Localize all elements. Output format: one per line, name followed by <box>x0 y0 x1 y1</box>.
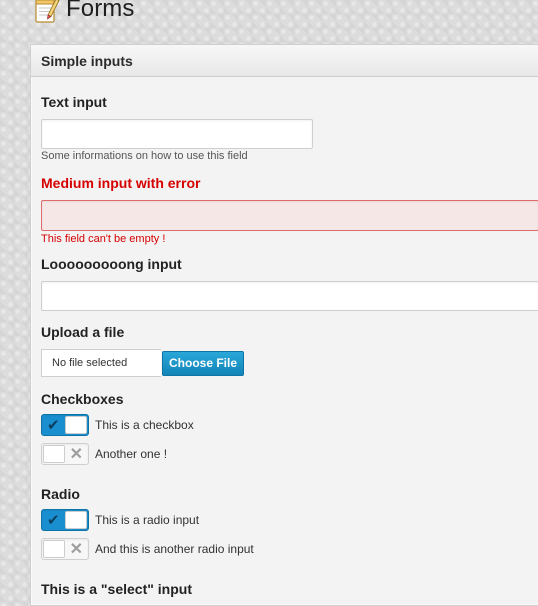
text-input-field: Text input Some informations on how to u… <box>41 94 538 163</box>
checkboxes-field: Checkboxes ✔ This is a checkbox ✕ Anothe… <box>41 391 538 466</box>
checkbox-label-1: This is a checkbox <box>95 418 194 432</box>
file-status: No file selected <box>41 349 161 377</box>
upload-field: Upload a file No file selected Choose Fi… <box>41 324 538 377</box>
panel-title: Simple inputs <box>41 52 133 69</box>
checkbox-row: ✕ Another one ! <box>41 442 538 466</box>
toggle-knob <box>43 540 65 558</box>
cross-icon: ✕ <box>69 446 83 463</box>
select-label: This is a "select" input <box>41 581 192 597</box>
medium-error-message: This field can't be empty ! <box>41 233 166 245</box>
medium-error-input[interactable] <box>41 200 538 231</box>
cross-icon: ✕ <box>69 541 83 558</box>
long-input[interactable] <box>41 281 538 311</box>
radio-row: ✕ And this is another radio input <box>41 537 538 561</box>
page-header: Forms <box>34 0 135 26</box>
medium-error-field: Medium input with error This field can't… <box>41 175 538 246</box>
toggle-knob <box>65 416 87 434</box>
long-input-field: Looooooooong input <box>41 256 538 311</box>
radio-field: Radio ✔ This is a radio input ✕ And this… <box>41 486 538 561</box>
radio-label-2: And this is another radio input <box>95 542 254 556</box>
radio-toggle-1[interactable]: ✔ <box>41 509 89 531</box>
checkbox-toggle-2[interactable]: ✕ <box>41 443 89 465</box>
text-input-help: Some informations on how to use this fie… <box>41 150 248 162</box>
checkbox-label-2: Another one ! <box>95 447 168 461</box>
radio-label: Radio <box>41 486 80 502</box>
checkmark-icon: ✔ <box>47 512 60 529</box>
checkmark-icon: ✔ <box>47 417 60 434</box>
choose-file-button[interactable]: Choose File <box>162 350 245 376</box>
toggle-knob <box>43 445 65 463</box>
toggle-knob <box>65 511 87 529</box>
medium-error-label: Medium input with error <box>41 175 201 191</box>
checkboxes-label: Checkboxes <box>41 391 124 407</box>
checkbox-row: ✔ This is a checkbox <box>41 413 538 437</box>
text-input-label: Text input <box>41 94 107 110</box>
text-input[interactable] <box>41 119 313 149</box>
panel-header: Simple inputs <box>31 45 538 77</box>
page-title: Forms <box>66 0 135 22</box>
select-field: This is a "select" input <box>41 581 538 597</box>
radio-row: ✔ This is a radio input <box>41 508 538 532</box>
radio-label-1: This is a radio input <box>95 513 200 527</box>
radio-toggle-2[interactable]: ✕ <box>41 538 89 560</box>
long-input-label: Looooooooong input <box>41 256 182 272</box>
file-picker[interactable]: No file selected Choose File <box>41 349 538 377</box>
simple-inputs-panel: Simple inputs Text input Some informatio… <box>30 44 538 606</box>
notepad-pencil-icon <box>34 0 60 23</box>
upload-label: Upload a file <box>41 324 125 340</box>
checkbox-toggle-1[interactable]: ✔ <box>41 414 89 436</box>
